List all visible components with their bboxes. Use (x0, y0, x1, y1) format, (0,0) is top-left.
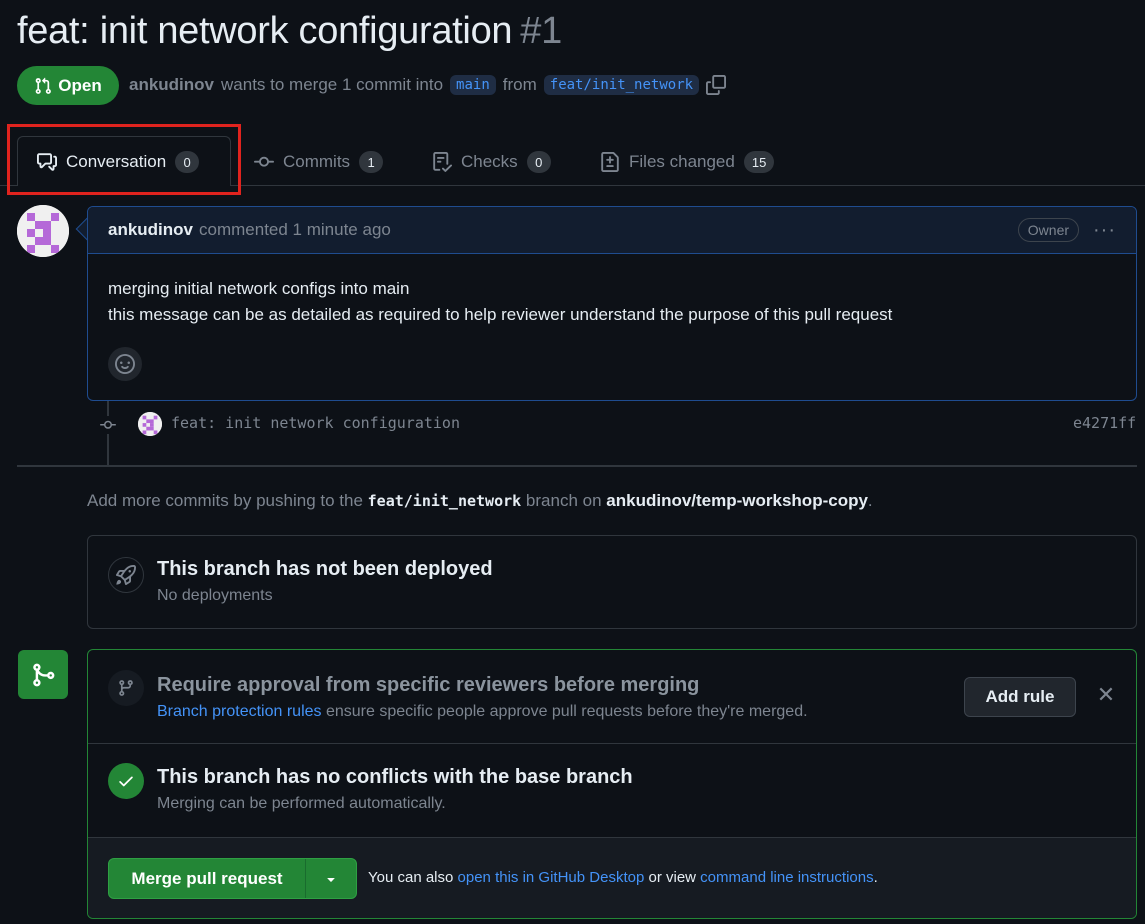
file-diff-icon (601, 152, 619, 172)
tab-commits[interactable]: Commits 1 (254, 146, 384, 178)
commit-sha-link[interactable]: e4271ff (1073, 414, 1136, 432)
comment-body-line: merging initial network configs into mai… (108, 279, 410, 298)
command-line-link[interactable]: command line instructions (700, 869, 873, 886)
push-hint: Add more commits by pushing to the feat/… (87, 491, 873, 511)
merge-method-dropdown[interactable] (306, 859, 356, 898)
comment-timestamp[interactable]: commented 1 minute ago (199, 220, 391, 240)
tab-files-changed-label: Files changed (629, 152, 735, 171)
smiley-icon (115, 354, 135, 374)
push-hint-prefix: Add more commits by pushing to the (87, 491, 363, 510)
pr-title: feat: init network configuration (17, 10, 513, 52)
identicon-image (17, 205, 69, 257)
owner-badge: Owner (1017, 218, 1080, 242)
push-hint-branch: feat/init_network (367, 492, 522, 510)
tab-commits-label: Commits (283, 152, 351, 171)
git-commit-icon (254, 156, 274, 167)
close-icon[interactable]: ✕ (1096, 682, 1116, 708)
checklist-icon (433, 152, 452, 172)
pr-state-label: Open (58, 75, 102, 95)
push-hint-suffix: . (867, 491, 873, 510)
commit-message-link[interactable]: feat: init network configuration (171, 414, 460, 432)
deployment-box: This branch has not been deployed No dep… (87, 535, 1137, 629)
from-text: from (502, 75, 537, 94)
tab-checks[interactable]: Checks 0 (432, 146, 551, 178)
also-prefix: You can also (368, 869, 454, 886)
add-reaction-button[interactable] (108, 347, 142, 381)
tab-files-changed[interactable]: Files changed 15 (600, 146, 775, 178)
merge-footer: Merge pull request You can also open thi… (88, 837, 1136, 918)
tab-checks-counter: 0 (526, 151, 551, 173)
identicon-image (138, 412, 162, 436)
protection-title: Require approval from specific reviewers… (157, 674, 700, 696)
deploy-title: This branch has not been deployed (157, 558, 493, 580)
git-pull-request-icon (35, 77, 52, 94)
avatar[interactable] (17, 205, 69, 257)
copy-icon[interactable] (706, 75, 727, 95)
git-merge-icon (18, 650, 68, 699)
merge-box: Require approval from specific reviewers… (87, 649, 1137, 919)
git-commit-icon (97, 416, 119, 434)
triangle-down-icon (327, 877, 335, 882)
tab-commits-counter: 1 (359, 151, 384, 173)
pr-number: #1 (520, 10, 562, 52)
highlight-box (7, 124, 241, 195)
merge-button-group: Merge pull request (108, 858, 357, 899)
protection-description: Branch protection rules ensure specific … (157, 703, 808, 721)
protection-text: ensure specific people approve pull requ… (325, 703, 808, 720)
pr-author-link[interactable]: ankudinov (129, 75, 214, 95)
comment-header: ankudinov commented 1 minute ago Owner ·… (88, 207, 1136, 254)
add-rule-button[interactable]: Add rule (964, 677, 1076, 717)
kebab-horizontal-icon[interactable]: ··· (1093, 219, 1116, 242)
merge-pull-request-button[interactable]: Merge pull request (109, 859, 306, 898)
comment-box: ankudinov commented 1 minute ago Owner ·… (87, 206, 1137, 401)
conflicts-title: This branch has no conflicts with the ba… (157, 766, 633, 788)
timeline-separator (17, 465, 1137, 467)
commit-author-avatar[interactable] (138, 412, 162, 436)
push-hint-middle: branch on (525, 491, 602, 510)
pr-state-badge: Open (17, 66, 119, 105)
conflicts-subtitle: Merging can be performed automatically. (157, 795, 446, 812)
head-branch-tag[interactable]: feat/init_network (543, 75, 700, 95)
check-icon (108, 763, 144, 799)
git-branch-icon (108, 670, 144, 706)
push-hint-repo: ankudinov/temp-workshop-copy (606, 491, 868, 510)
rocket-icon (108, 557, 144, 593)
github-desktop-link[interactable]: open this in GitHub Desktop (458, 869, 645, 886)
deploy-subtitle: No deployments (157, 587, 273, 604)
tab-checks-label: Checks (461, 152, 518, 171)
merge-info: ankudinov wants to merge 1 commit into m… (129, 73, 727, 97)
period: . (873, 869, 878, 886)
merge-text: wants to merge 1 commit into (221, 75, 444, 94)
page-title: feat: init network configuration #1 (17, 10, 562, 53)
base-branch-tag[interactable]: main (450, 75, 496, 95)
comment-body-line: this message can be as detailed as requi… (108, 305, 893, 324)
comment-author-link[interactable]: ankudinov (108, 220, 193, 240)
tab-files-changed-counter: 15 (743, 151, 775, 173)
alternative-actions: You can also open this in GitHub Desktop… (368, 869, 878, 886)
branch-protection-link[interactable]: Branch protection rules (157, 703, 322, 720)
or-view-text: or view (648, 869, 696, 886)
comment-body: merging initial network configs into mai… (88, 254, 1136, 328)
merge-box-divider (88, 743, 1136, 744)
